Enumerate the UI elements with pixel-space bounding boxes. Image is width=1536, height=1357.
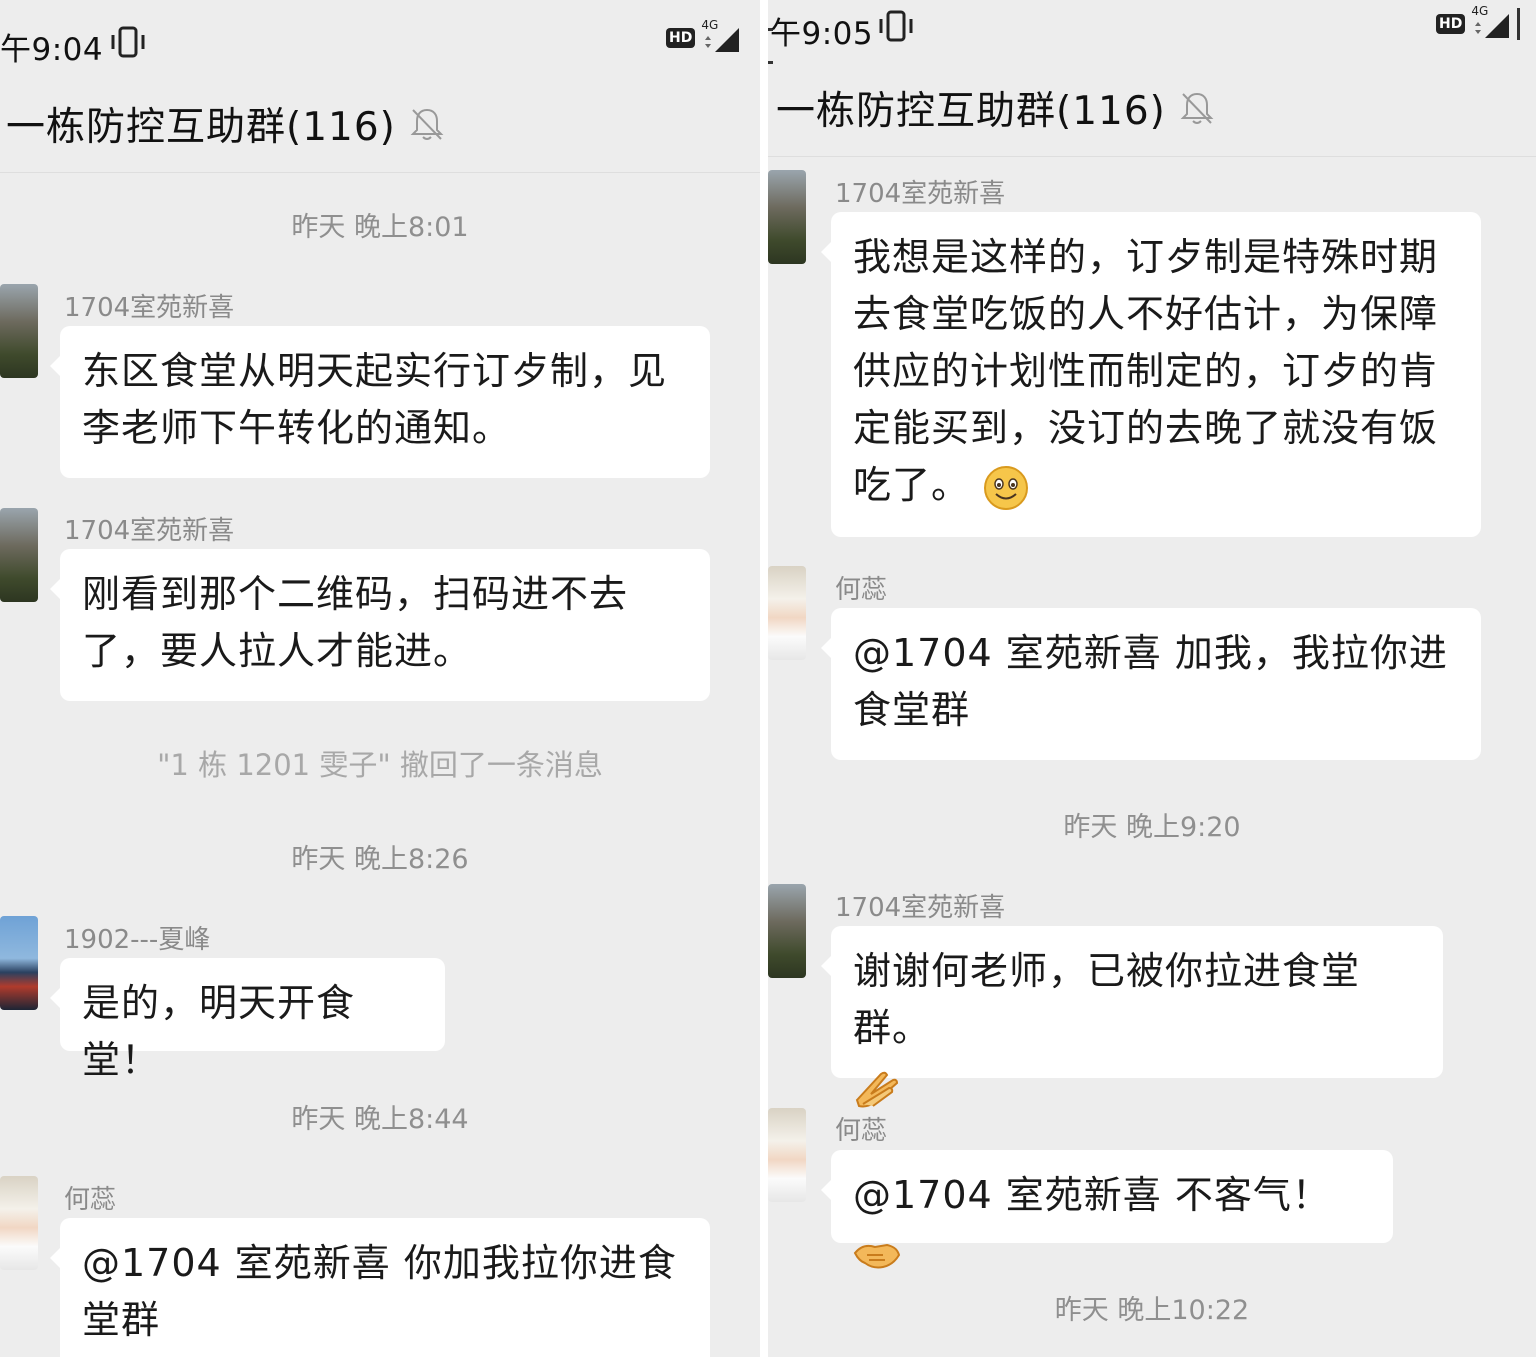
- handshake-emoji-icon: [853, 1243, 901, 1268]
- chat-title-text: 一栋防控互助群(116): [6, 105, 396, 150]
- sender-name: 1704室苑新喜: [64, 293, 235, 323]
- status-icons: HD 4G: [666, 18, 741, 54]
- avatar[interactable]: [0, 284, 38, 378]
- sender-name: 1704室苑新喜: [835, 179, 1006, 209]
- chat-screen-left: 午9:04 HD 4G 一栋防控互助群(116) 昨天 晚上8:01 1704室…: [0, 0, 760, 1357]
- message-text: 我想是这样的，订歺制是特殊时期去食堂吃饭的人不好估计，为保障供应的计划性而制定的…: [853, 235, 1439, 507]
- status-time: 午9:04: [0, 32, 104, 68]
- signal-icon: 4G: [1471, 4, 1511, 40]
- message-text: @1704 室苑新喜 不客气！: [853, 1173, 1331, 1217]
- time-separator: 昨天 晚上8:01: [291, 212, 469, 243]
- message-bubble[interactable]: @1704 室苑新喜 你加我拉你进食堂群: [50, 1218, 710, 1357]
- sender-name: 1704室苑新喜: [64, 516, 235, 546]
- header-divider: [768, 156, 1536, 157]
- avatar[interactable]: [0, 508, 38, 602]
- mute-bell-icon: [410, 108, 444, 140]
- avatar[interactable]: [0, 1176, 38, 1270]
- battery-edge-icon: [1517, 8, 1526, 40]
- chat-title-text: 一栋防控互助群(116): [776, 89, 1166, 134]
- message-bubble[interactable]: 我想是这样的，订歺制是特殊时期去食堂吃饭的人不好估计，为保障供应的计划性而制定的…: [821, 212, 1481, 537]
- time-separator: 昨天 晚上9:20: [1063, 812, 1241, 843]
- message-bubble[interactable]: 东区食堂从明天起实行订歺制，见李老师下午转化的通知。: [50, 326, 710, 478]
- message-bubble[interactable]: 谢谢何老师，已被你拉进食堂群。: [821, 926, 1443, 1107]
- chat-screen-right: 午9:05 HD 4G 一栋防控互助群(116) 1704室苑新喜 我想是这样的…: [768, 0, 1536, 1357]
- clap-emoji-icon: [855, 1071, 899, 1107]
- hd-badge: HD: [666, 28, 696, 48]
- sender-name: 何蕊: [64, 1185, 117, 1215]
- signal-icon: 4G: [701, 18, 741, 54]
- sender-name: 1902---夏峰: [64, 925, 211, 955]
- status-time: 午9:05: [770, 16, 874, 52]
- mute-bell-icon: [1180, 92, 1214, 124]
- avatar[interactable]: [768, 170, 806, 264]
- recall-notice: "1 栋 1201 雯子" 撤回了一条消息: [157, 748, 603, 782]
- message-bubble[interactable]: 是的，明天开食堂！: [50, 958, 445, 1082]
- vibrate-icon: [879, 10, 913, 42]
- chat-title[interactable]: 一栋防控互助群(116): [776, 80, 1214, 136]
- time-separator: 昨天 晚上8:44: [291, 1104, 469, 1135]
- vibrate-icon: [111, 26, 145, 58]
- avatar[interactable]: [0, 916, 38, 1010]
- header-divider: [0, 172, 760, 173]
- smile-emoji-icon: [984, 465, 1029, 510]
- message-bubble[interactable]: @1704 室苑新喜 加我，我拉你进食堂群: [821, 608, 1481, 760]
- message-text: 谢谢何老师，已被你拉进食堂群。: [853, 949, 1361, 1050]
- sender-name: 何蕊: [835, 575, 888, 605]
- time-separator: 昨天 晚上10:22: [1054, 1295, 1250, 1326]
- avatar[interactable]: [768, 884, 806, 978]
- hd-badge: HD: [1436, 14, 1466, 34]
- avatar[interactable]: [768, 566, 806, 660]
- sender-name: 1704室苑新喜: [835, 893, 1006, 923]
- message-bubble[interactable]: @1704 室苑新喜 不客气！: [821, 1150, 1393, 1268]
- sender-name: 何蕊: [835, 1116, 888, 1146]
- time-separator: 昨天 晚上8:26: [291, 844, 469, 875]
- chat-title[interactable]: 一栋防控互助群(116): [6, 96, 444, 152]
- avatar[interactable]: [768, 1108, 806, 1202]
- message-bubble[interactable]: 刚看到那个二维码，扫码进不去了，要人拉人才能进。: [50, 549, 710, 701]
- status-icons: HD 4G: [1436, 4, 1526, 40]
